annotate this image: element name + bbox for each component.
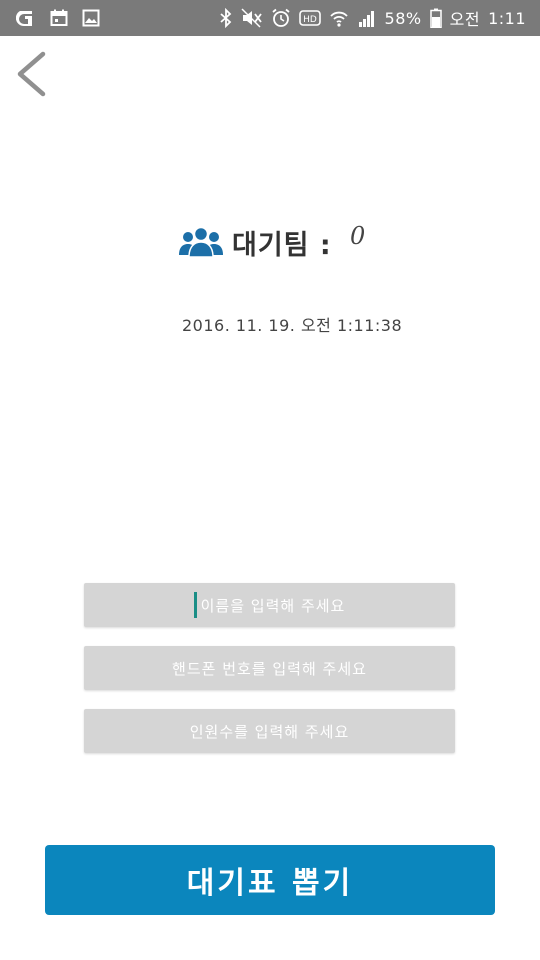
group-icon — [178, 226, 224, 258]
people-count-input[interactable]: 인원수를 입력해 주세요 — [84, 709, 455, 753]
waiting-teams-count: 0 — [350, 222, 366, 250]
signal-icon — [357, 8, 377, 28]
bluetooth-icon — [219, 8, 233, 28]
get-ticket-button[interactable]: 대기표 뽑기 — [45, 845, 495, 915]
name-input-placeholder: 이름을 입력해 주세요 — [200, 596, 346, 615]
people-count-input-placeholder: 인원수를 입력해 주세요 — [189, 722, 350, 741]
alarm-icon — [271, 8, 291, 28]
battery-percent: 58% — [384, 8, 422, 28]
status-bar: HD 58% 오전 1:11 — [0, 0, 540, 36]
hd-voice-icon: HD — [298, 9, 321, 27]
wifi-icon — [329, 8, 349, 28]
get-ticket-label: 대기표 뽑기 — [186, 866, 354, 901]
hd-label: HD — [303, 15, 317, 25]
back-button[interactable] — [12, 50, 52, 100]
mute-icon — [241, 8, 263, 28]
battery-icon — [429, 8, 442, 28]
phone-input[interactable]: 핸드폰 번호를 입력해 주세요 — [84, 646, 455, 690]
text-cursor — [193, 592, 197, 618]
status-bar-right: HD 58% 오전 1:11 — [219, 7, 526, 29]
chevron-left-icon — [12, 51, 52, 104]
app-notification-icon — [16, 8, 36, 28]
waiting-teams-label: 대기팀 : — [232, 229, 332, 261]
phone-input-placeholder: 핸드폰 번호를 입력해 주세요 — [172, 659, 367, 678]
current-datetime: 2016. 11. 19. 오전 1:11:38 — [182, 316, 403, 335]
status-time: 1:11 — [488, 8, 526, 28]
calendar-icon — [50, 9, 68, 27]
gallery-icon — [82, 9, 100, 27]
name-input[interactable]: 이름을 입력해 주세요 — [84, 583, 455, 627]
waiting-teams-row: 대기팀 : — [178, 222, 332, 262]
status-bar-left — [16, 7, 100, 29]
status-ampm: 오전 — [449, 10, 481, 29]
